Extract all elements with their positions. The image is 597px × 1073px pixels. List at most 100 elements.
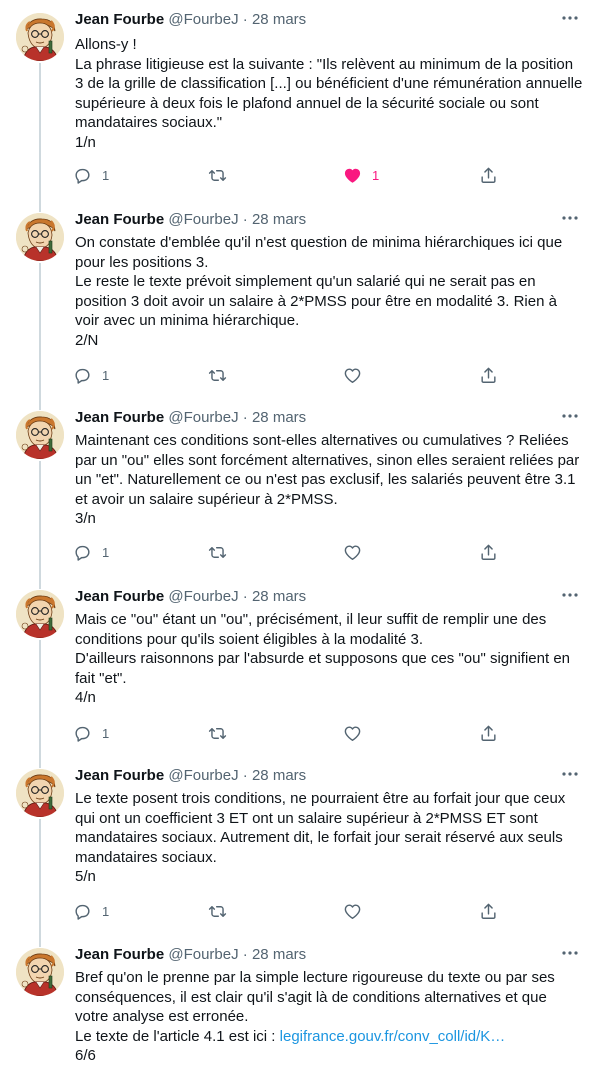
tweet[interactable]: Jean Fourbe @FourbeJ · 28 mars Maintenan… xyxy=(0,398,597,578)
tweet-text: Mais ce "ou" étant un "ou", précisément,… xyxy=(75,610,583,708)
author-handle[interactable]: @FourbeJ xyxy=(168,588,238,605)
avatar[interactable] xyxy=(16,590,64,638)
reply-icon xyxy=(73,902,92,921)
share-button[interactable] xyxy=(479,538,498,566)
more-button[interactable] xyxy=(557,6,583,28)
share-icon xyxy=(479,366,498,385)
author-handle[interactable]: @FourbeJ xyxy=(168,409,238,426)
author-handle[interactable]: @FourbeJ xyxy=(168,946,238,963)
reply-button[interactable]: 1 xyxy=(73,719,109,747)
retweet-button[interactable] xyxy=(207,719,228,747)
retweet-button[interactable] xyxy=(207,361,228,389)
separator-dot: · xyxy=(242,767,248,784)
author-handle[interactable]: @FourbeJ xyxy=(168,211,238,228)
reply-count: 1 xyxy=(102,167,110,183)
tweet-line: 2/N xyxy=(75,331,99,349)
author-name[interactable]: Jean Fourbe xyxy=(75,11,164,28)
tweet-line: 1/n xyxy=(75,133,96,151)
share-icon xyxy=(479,902,498,921)
tweet-line: La phrase litigieuse est la suivante : "… xyxy=(75,55,583,132)
tweet-header: Jean Fourbe @FourbeJ · 28 mars xyxy=(75,408,306,428)
like-button[interactable] xyxy=(343,538,362,566)
author-name[interactable]: Jean Fourbe xyxy=(75,767,164,784)
tweet[interactable]: Jean Fourbe @FourbeJ · 28 mars Mais ce "… xyxy=(0,577,597,757)
more-button[interactable] xyxy=(557,762,583,784)
thread-connector xyxy=(39,200,41,212)
tweet-line: Le reste le texte prévoit simplement qu'… xyxy=(75,273,557,330)
reply-icon xyxy=(73,543,92,562)
reply-button[interactable]: 1 xyxy=(73,161,109,189)
share-icon xyxy=(479,543,498,562)
tweet[interactable]: Jean Fourbe @FourbeJ · 28 mars Allons-y … xyxy=(0,0,597,200)
tweet[interactable]: Jean Fourbe @FourbeJ · 28 mars On consta… xyxy=(0,200,597,400)
tweet-line: Le texte posent trois conditions, ne pou… xyxy=(75,790,566,866)
author-handle[interactable]: @FourbeJ xyxy=(168,11,238,28)
more-button[interactable] xyxy=(557,404,583,426)
separator-dot: · xyxy=(242,11,248,28)
tweet-text: Bref qu'on le prenne par la simple lectu… xyxy=(75,968,583,1066)
tweet-date[interactable]: 28 mars xyxy=(252,588,306,605)
tweet-text: On constate d'emblée qu'il n'est questio… xyxy=(75,233,583,351)
reply-button[interactable]: 1 xyxy=(73,361,109,389)
tweet-date[interactable]: 28 mars xyxy=(252,946,306,963)
heart-icon xyxy=(343,366,362,385)
avatar[interactable] xyxy=(16,213,64,261)
reply-count: 1 xyxy=(102,367,110,383)
reply-icon xyxy=(73,166,92,185)
tweet[interactable]: Jean Fourbe @FourbeJ · 28 mars Le texte … xyxy=(0,756,597,936)
retweet-icon xyxy=(207,543,228,562)
retweet-button[interactable] xyxy=(207,897,228,925)
reply-count: 1 xyxy=(102,725,110,741)
tweet-line: 4/n xyxy=(75,689,96,707)
author-name[interactable]: Jean Fourbe xyxy=(75,588,164,605)
thread-connector xyxy=(39,398,41,410)
share-button[interactable] xyxy=(479,161,498,189)
tweet-date[interactable]: 28 mars xyxy=(252,767,306,784)
like-button[interactable]: 1 xyxy=(343,161,379,189)
tweet-text: Allons-y ! La phrase litigieuse est la s… xyxy=(75,35,583,153)
more-button[interactable] xyxy=(557,941,583,963)
like-button[interactable] xyxy=(343,719,362,747)
like-button[interactable] xyxy=(343,897,362,925)
tweet-date[interactable]: 28 mars xyxy=(252,409,306,426)
thread-connector xyxy=(39,63,41,200)
avatar[interactable] xyxy=(16,948,64,996)
author-name[interactable]: Jean Fourbe xyxy=(75,211,164,228)
like-button[interactable] xyxy=(343,361,362,389)
tweet-date[interactable]: 28 mars xyxy=(252,11,306,28)
thread-connector xyxy=(39,263,41,400)
tweet-header: Jean Fourbe @FourbeJ · 28 mars xyxy=(75,945,306,965)
separator-dot: · xyxy=(242,211,248,228)
tweet-line: 5/n xyxy=(75,868,96,886)
tweet[interactable]: Jean Fourbe @FourbeJ · 28 mars Bref qu'o… xyxy=(0,935,597,1073)
avatar[interactable] xyxy=(16,13,64,61)
retweet-button[interactable] xyxy=(207,161,228,189)
tweet-actions: 1 xyxy=(67,719,507,747)
more-icon xyxy=(561,208,579,226)
reply-icon xyxy=(73,724,92,743)
retweet-icon xyxy=(207,724,228,743)
share-icon xyxy=(479,724,498,743)
share-button[interactable] xyxy=(479,897,498,925)
avatar[interactable] xyxy=(16,411,64,459)
share-button[interactable] xyxy=(479,719,498,747)
more-button[interactable] xyxy=(557,583,583,605)
heart-icon xyxy=(343,543,362,562)
author-handle[interactable]: @FourbeJ xyxy=(168,767,238,784)
more-icon xyxy=(561,764,579,782)
legifrance-link[interactable]: legifrance.gouv.fr/conv_coll/id/K… xyxy=(280,1028,506,1045)
avatar[interactable] xyxy=(16,769,64,817)
share-button[interactable] xyxy=(479,361,498,389)
tweet-actions: 1 xyxy=(67,897,507,925)
author-name[interactable]: Jean Fourbe xyxy=(75,946,164,963)
tweet-line-text: Le texte de l'article 4.1 est ici : xyxy=(75,1027,280,1045)
thread-connector xyxy=(39,577,41,589)
tweet-text: Maintenant ces conditions sont-elles alt… xyxy=(75,431,583,529)
tweet-header: Jean Fourbe @FourbeJ · 28 mars xyxy=(75,210,306,230)
reply-button[interactable]: 1 xyxy=(73,538,109,566)
retweet-button[interactable] xyxy=(207,538,228,566)
reply-button[interactable]: 1 xyxy=(73,897,109,925)
author-name[interactable]: Jean Fourbe xyxy=(75,409,164,426)
tweet-date[interactable]: 28 mars xyxy=(252,211,306,228)
more-button[interactable] xyxy=(557,206,583,228)
